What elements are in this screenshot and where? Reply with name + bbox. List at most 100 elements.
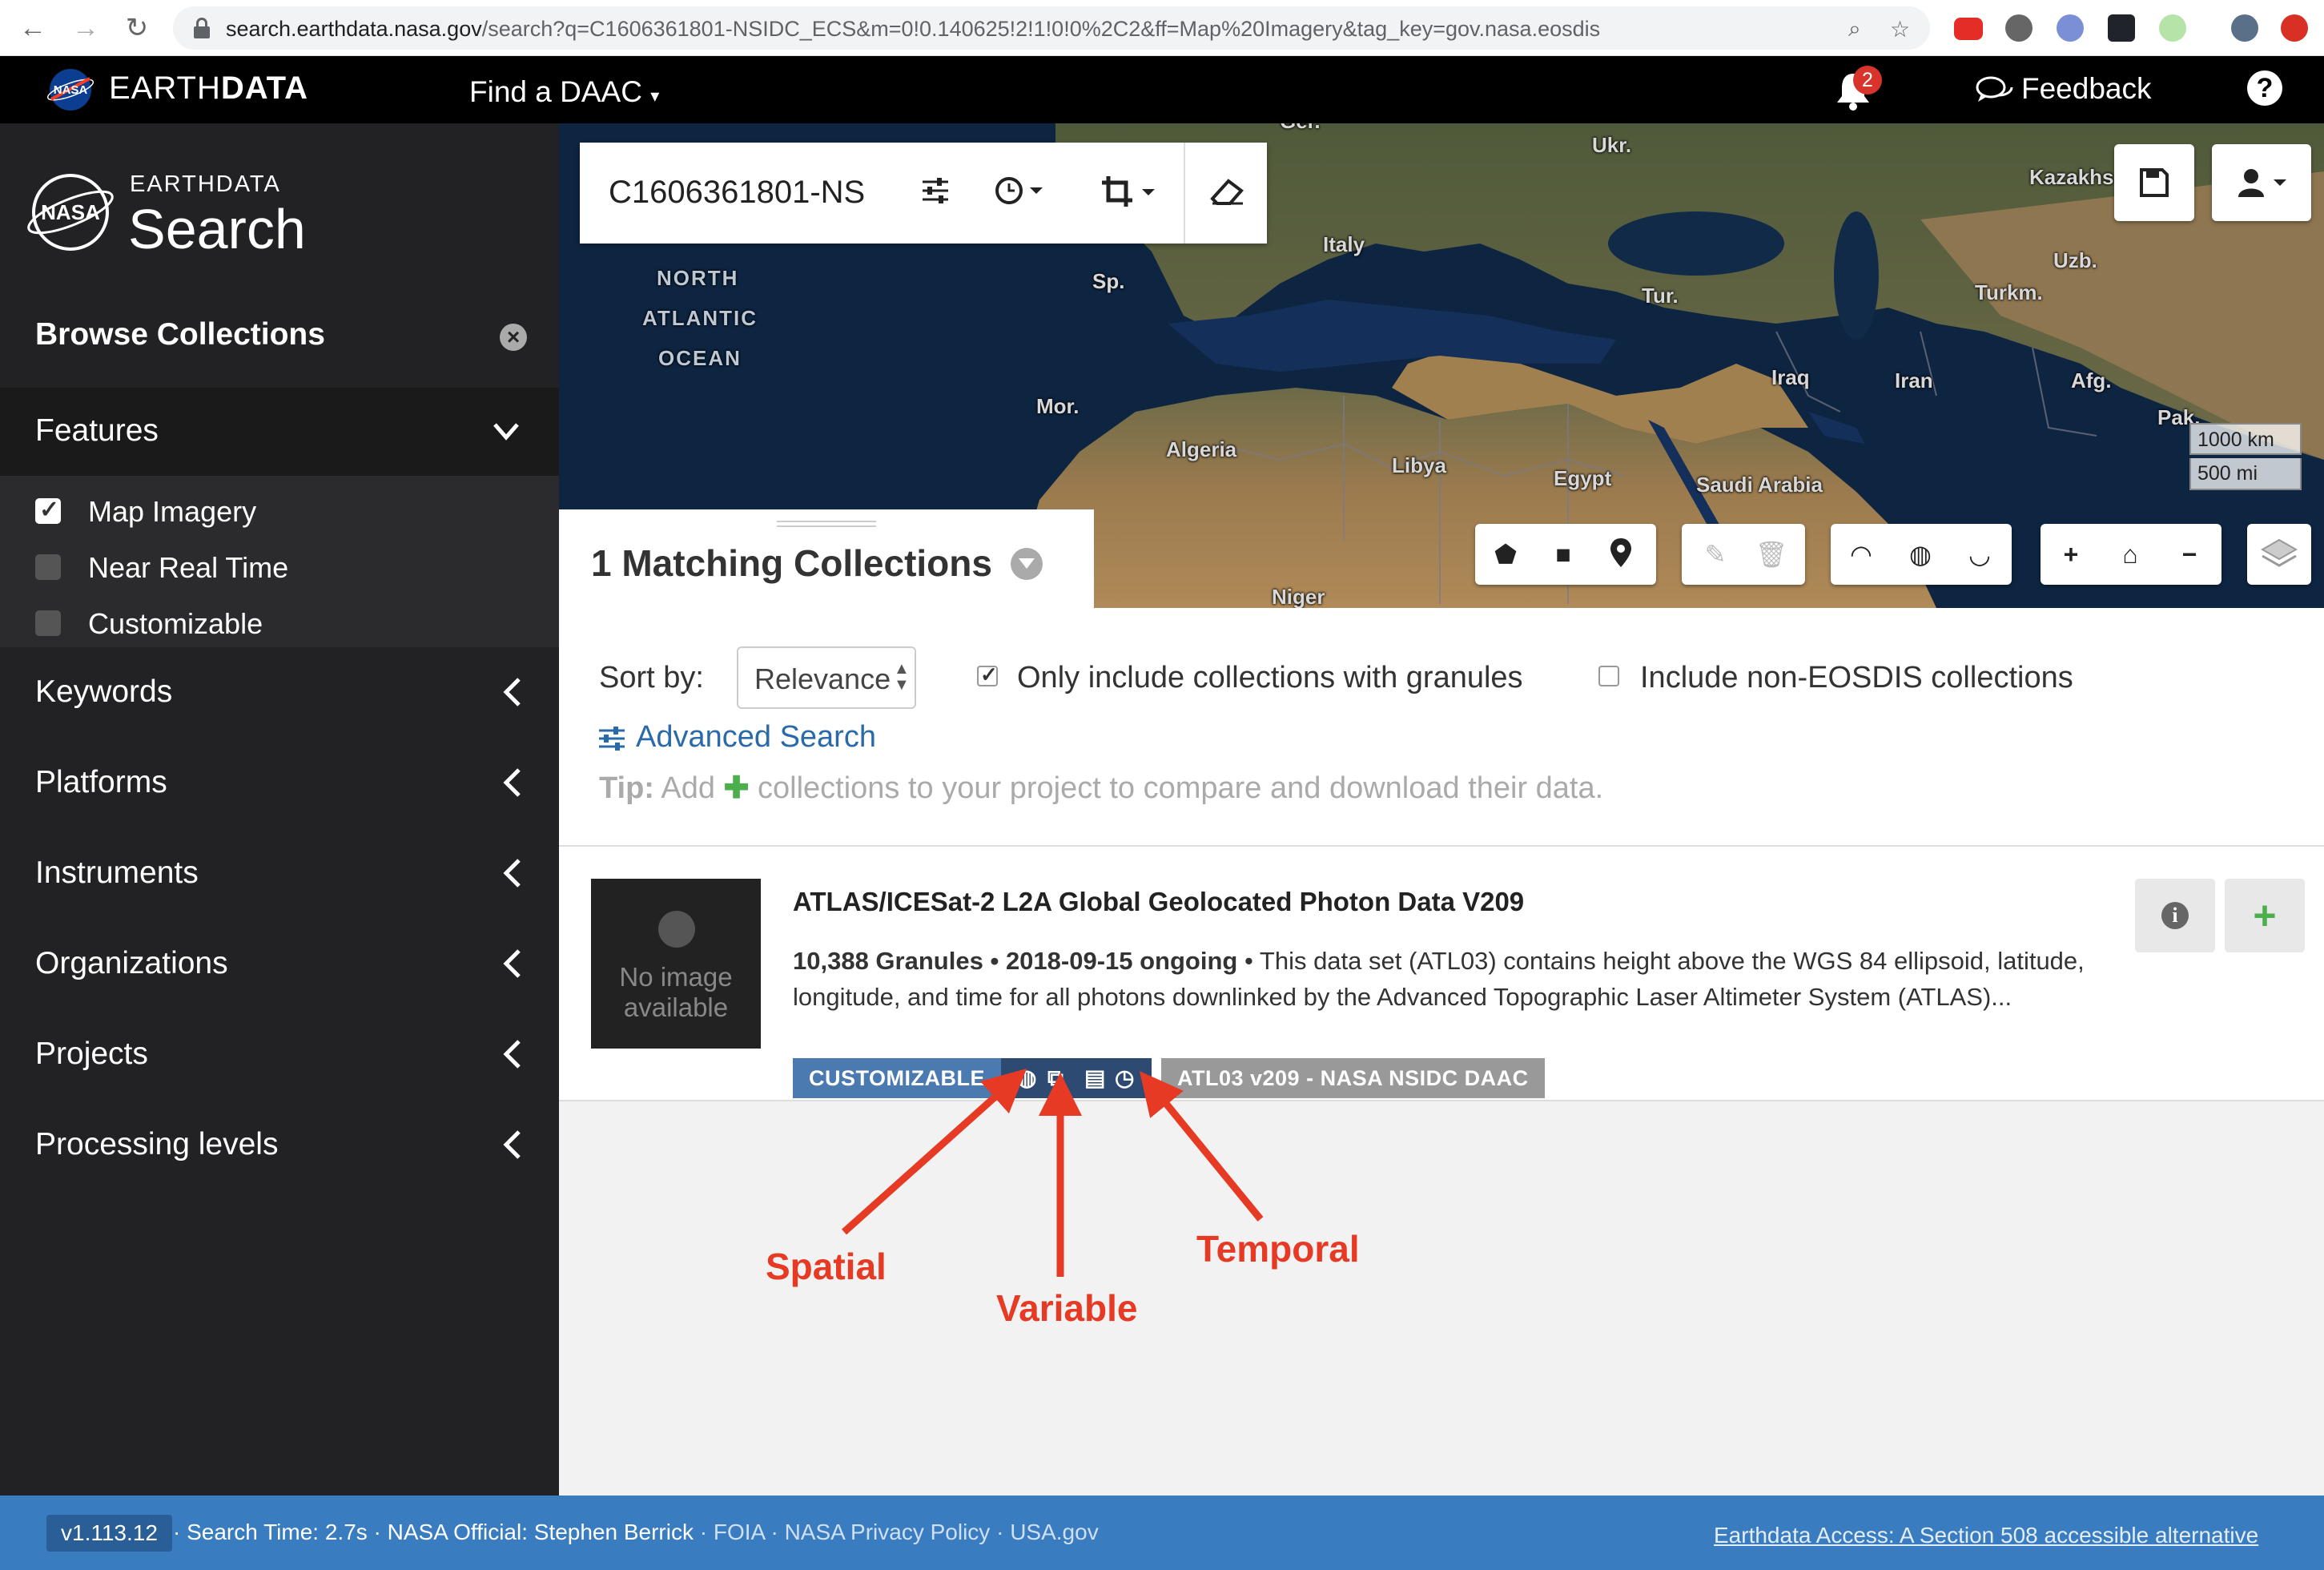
feature-near-real-time[interactable]: Near Real Time xyxy=(35,550,516,585)
edit-icon[interactable]: ✎ xyxy=(1698,537,1733,572)
facet-platforms[interactable]: Platforms xyxy=(0,738,559,827)
profile-avatar[interactable] xyxy=(2231,14,2258,42)
accessible-alternative-link[interactable]: Earthdata Access: A Section 508 accessib… xyxy=(1714,1523,2258,1548)
add-to-project-button[interactable]: + xyxy=(2225,879,2305,952)
antarctic-projection-icon[interactable]: ◡ xyxy=(1962,537,1997,572)
non-eosdis-label[interactable]: Include non-EOSDIS collections xyxy=(1640,661,2073,695)
update-icon[interactable] xyxy=(2281,14,2308,42)
url-text[interactable]: search.earthdata.nasa.gov/search?q=C1606… xyxy=(226,17,1600,42)
map-label: Mor. xyxy=(1036,394,1080,418)
extension-icon[interactable] xyxy=(2005,14,2032,42)
globe-icon[interactable]: ◍ xyxy=(1903,537,1938,572)
footer: v1.113.12 · Search Time: 2.7s · NASA Off… xyxy=(0,1496,2324,1570)
trash-icon[interactable]: 🗑 xyxy=(1754,537,1789,572)
help-icon[interactable]: ? xyxy=(2247,70,2282,106)
layers-control[interactable] xyxy=(2247,524,2311,585)
map-label: Ukr. xyxy=(1592,133,1632,157)
polygon-icon[interactable]: ⬟ xyxy=(1488,537,1523,572)
facet-instruments[interactable]: Instruments xyxy=(0,828,559,918)
usa-gov-link[interactable]: USA.gov xyxy=(1010,1520,1099,1544)
home-icon[interactable]: ⌂ xyxy=(2113,537,2148,572)
temporal-clock-icon[interactable] xyxy=(995,175,1046,215)
react-devtools-icon[interactable] xyxy=(2108,14,2135,42)
chevron-left-icon xyxy=(503,949,521,978)
checkbox[interactable] xyxy=(35,496,61,524)
back-icon[interactable]: ← xyxy=(16,11,50,45)
map-label: ATLANTIC xyxy=(642,306,758,330)
feedback-button[interactable]: Feedback xyxy=(1975,72,2152,107)
eraser-icon[interactable] xyxy=(1209,175,1246,215)
features-section-header[interactable]: Features xyxy=(0,388,559,476)
collapse-caret-icon[interactable] xyxy=(1011,548,1043,580)
checkbox[interactable] xyxy=(35,554,61,580)
facet-keywords[interactable]: Keywords xyxy=(0,647,559,737)
reload-icon[interactable]: ↻ xyxy=(120,11,154,45)
document-icon: ▤ xyxy=(1084,1065,1106,1090)
collection-result-item[interactable]: No image available ATLAS/ICESat-2 L2A Glo… xyxy=(559,847,2324,1101)
filter-sliders-icon[interactable] xyxy=(919,175,951,215)
find-daac-dropdown[interactable]: Find a DAAC ▾ xyxy=(469,75,659,109)
matching-collections-title: 1 Matching Collections xyxy=(591,542,992,584)
results-controls: Sort by: Relevance ▲▼ Only include colle… xyxy=(559,608,2324,847)
collection-info-button[interactable]: i xyxy=(2135,879,2215,952)
facet-label: Projects xyxy=(35,1037,148,1071)
resize-handle[interactable] xyxy=(777,521,876,527)
youtube-extension-icon[interactable] xyxy=(1954,18,1983,40)
svg-text:NASA: NASA xyxy=(41,200,100,224)
zoom-icon[interactable]: ⌕ xyxy=(1848,16,1861,42)
chevron-left-icon xyxy=(503,859,521,888)
nasa-logo-icon[interactable]: NASA xyxy=(24,170,117,255)
feature-map-imagery[interactable]: Map Imagery xyxy=(35,493,516,529)
collection-thumbnail: No image available xyxy=(591,879,761,1049)
search-input[interactable]: C1606361801-NS xyxy=(609,175,865,211)
star-icon[interactable]: ☆ xyxy=(1890,16,1910,42)
save-project-button[interactable] xyxy=(2114,144,2194,221)
checkbox[interactable] xyxy=(35,610,61,636)
globe-icon xyxy=(658,911,695,948)
map-label: Sp. xyxy=(1092,269,1125,293)
forward-icon[interactable]: → xyxy=(69,11,103,45)
feature-customizable[interactable]: Customizable xyxy=(35,606,516,641)
collection-search-bar: C1606361801-NS xyxy=(580,143,1267,244)
advanced-search-link[interactable]: Advanced Search xyxy=(597,720,876,755)
non-eosdis-checkbox[interactable] xyxy=(1598,666,1619,686)
features-list: Map Imagery Near Real Time Customizable xyxy=(0,476,559,647)
facet-processing-levels[interactable]: Processing levels xyxy=(0,1100,559,1190)
sliders-icon xyxy=(599,726,625,751)
extension-icon[interactable] xyxy=(2159,14,2186,42)
only-granules-label[interactable]: Only include collections with granules xyxy=(1017,661,1523,695)
extension-icon[interactable] xyxy=(2057,14,2084,42)
foia-link[interactable]: FOIA xyxy=(714,1520,765,1544)
address-bar[interactable]: search.earthdata.nasa.gov/search?q=C1606… xyxy=(173,6,1930,50)
zoom-in-icon[interactable]: + xyxy=(2053,537,2089,572)
sort-select[interactable]: Relevance ▲ ▼ xyxy=(737,646,916,709)
zoom-tools: + ⌂ − xyxy=(2041,524,2221,585)
collection-title[interactable]: ATLAS/ICESat-2 L2A Global Geolocated Pho… xyxy=(793,887,1524,917)
chevron-left-icon xyxy=(503,768,521,797)
facet-label: Instruments xyxy=(35,855,199,890)
facet-organizations[interactable]: Organizations xyxy=(0,919,559,1008)
only-granules-checkbox[interactable] xyxy=(977,662,998,687)
map-pin-icon[interactable] xyxy=(1603,537,1638,572)
search-time: Search Time: 2.7s xyxy=(187,1520,368,1544)
projection-tools: ◠ ◍ ◡ xyxy=(1831,524,2012,585)
user-menu-button[interactable] xyxy=(2212,144,2311,221)
feature-label: Customizable xyxy=(88,607,263,640)
arctic-projection-icon[interactable]: ◠ xyxy=(1844,537,1879,572)
map-label: Algeria xyxy=(1166,437,1237,461)
info-icon: i xyxy=(2161,901,2189,929)
features-title: Features xyxy=(35,413,159,448)
clear-filters-icon[interactable]: × xyxy=(500,324,527,351)
annotation-spatial: Spatial xyxy=(766,1246,887,1287)
earthdata-brand[interactable]: EARTHDATA xyxy=(109,70,308,107)
privacy-policy-link[interactable]: NASA Privacy Policy xyxy=(785,1520,991,1544)
facet-projects[interactable]: Projects xyxy=(0,1009,559,1099)
rectangle-icon[interactable]: ■ xyxy=(1546,537,1581,572)
sidebar: NASA EARTHDATA Search Browse Collections… xyxy=(0,123,559,1496)
spatial-crop-icon[interactable] xyxy=(1100,175,1161,218)
customization-options-badge: ◍ ⧉ ▤ ◷ xyxy=(1001,1058,1152,1098)
zoom-out-icon[interactable]: − xyxy=(2172,537,2207,572)
nasa-logo-icon[interactable]: NASA xyxy=(45,67,96,112)
map-label: Tur. xyxy=(1642,284,1679,308)
map-label: NORTH xyxy=(657,266,739,290)
